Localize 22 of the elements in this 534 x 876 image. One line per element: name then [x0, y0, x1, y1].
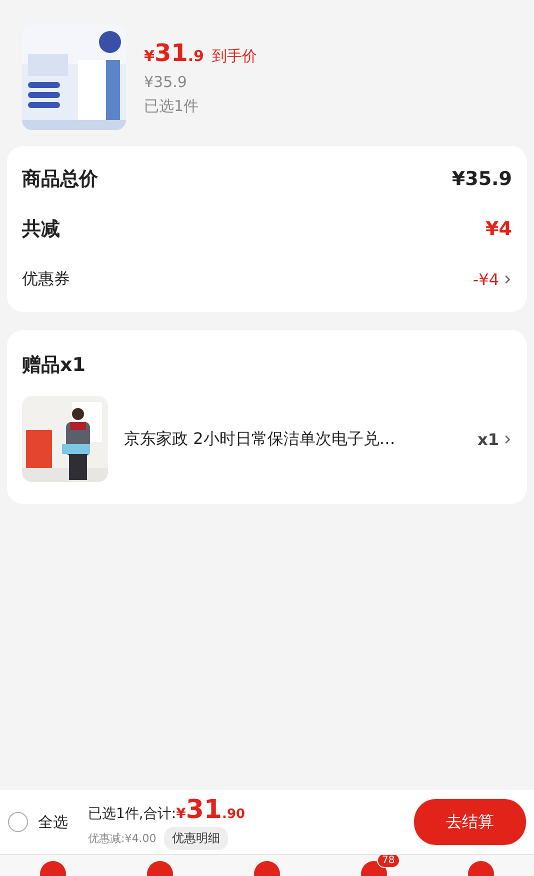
original-price: ¥35.9: [144, 72, 188, 90]
price-label: 到手价: [212, 46, 257, 66]
summary-value: -¥4: [472, 270, 499, 288]
selected-count: 已选1件: [144, 96, 200, 116]
total-label: 已选1件,合计:: [88, 804, 176, 822]
price: ¥31.9: [144, 38, 204, 66]
select-all-checkbox[interactable]: 全选: [8, 812, 68, 832]
discount-detail-button[interactable]: 优惠明细: [164, 826, 228, 850]
gift-name[interactable]: 京东家政 2小时日常保洁单次电子兑…: [124, 428, 462, 450]
discount-text: 优惠减:¥4.00: [88, 830, 156, 846]
summary-label: 优惠券: [22, 268, 70, 290]
summary-value: ¥35.9: [452, 168, 512, 190]
chevron-icon: [503, 434, 512, 444]
gift-quantity: x1: [478, 430, 499, 448]
price: ¥31.90: [176, 794, 246, 824]
chevron-icon: [503, 274, 512, 284]
gift-title: 赠品x1: [22, 353, 86, 378]
summary-label: 共减: [22, 217, 60, 242]
summary-label: 商品总价: [22, 167, 98, 192]
summary-value: ¥4: [486, 218, 512, 240]
checkout-button[interactable]: 去结算: [414, 799, 526, 845]
count-badge: 78: [377, 855, 400, 868]
